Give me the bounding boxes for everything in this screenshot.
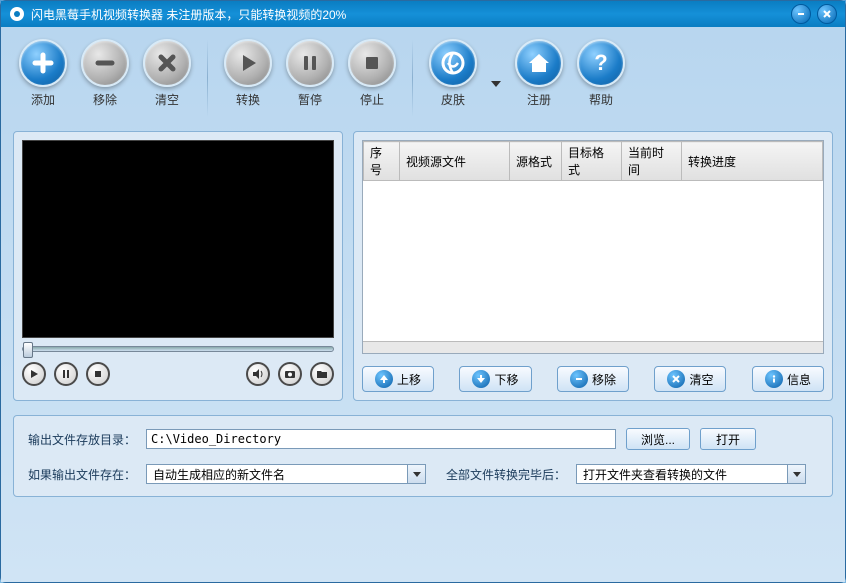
video-preview — [22, 140, 334, 338]
minimize-button[interactable] — [791, 4, 811, 24]
folder-button[interactable] — [310, 362, 334, 386]
open-button[interactable]: 打开 — [700, 428, 756, 450]
arrow-up-icon — [375, 370, 393, 388]
output-dir-label: 输出文件存放目录： — [28, 431, 136, 448]
snapshot-button[interactable] — [278, 362, 302, 386]
speaker-icon — [252, 368, 264, 380]
folder-icon — [316, 369, 328, 379]
remove-button[interactable]: 移除 — [81, 39, 129, 108]
play-icon — [29, 369, 39, 379]
pause-mini-button[interactable] — [54, 362, 78, 386]
table-body — [363, 181, 823, 341]
x-icon — [667, 370, 685, 388]
col-index[interactable]: 序号 — [364, 142, 400, 181]
browse-button[interactable]: 浏览... — [626, 428, 690, 450]
help-button[interactable]: ? 帮助 — [577, 39, 625, 108]
x-icon — [155, 51, 179, 75]
info-icon — [765, 370, 783, 388]
play-mini-button[interactable] — [22, 362, 46, 386]
pause-button[interactable]: 暂停 — [286, 39, 334, 108]
list-remove-button[interactable]: 移除 — [557, 366, 629, 392]
clear-button[interactable]: 清空 — [143, 39, 191, 108]
add-button[interactable]: 添加 — [19, 39, 67, 108]
stop-button[interactable]: 停止 — [348, 39, 396, 108]
app-icon — [9, 6, 25, 22]
info-button[interactable]: 信息 — [752, 366, 824, 392]
question-icon: ? — [588, 50, 614, 76]
svg-text:?: ? — [594, 50, 607, 75]
convert-button[interactable]: 转换 — [224, 39, 272, 108]
col-progress[interactable]: 转换进度 — [682, 142, 823, 181]
minus-icon — [93, 51, 117, 75]
main-toolbar: 添加 移除 清空 转换 暂停 停止 — [13, 35, 833, 127]
content-area: 添加 移除 清空 转换 暂停 停止 — [1, 27, 845, 582]
stop-icon — [360, 51, 384, 75]
output-dir-input[interactable] — [146, 429, 616, 449]
if-exists-label: 如果输出文件存在： — [28, 466, 136, 483]
col-dstformat[interactable]: 目标格式 — [562, 142, 622, 181]
list-clear-button[interactable]: 清空 — [654, 366, 726, 392]
preview-panel — [13, 131, 343, 401]
file-table[interactable]: 序号 视频源文件 源格式 目标格式 当前时间 转换进度 — [362, 140, 824, 354]
after-all-label: 全部文件转换完毕后： — [446, 466, 566, 483]
chevron-down-icon — [407, 465, 425, 483]
if-exists-combo[interactable]: 自动生成相应的新文件名 — [146, 464, 426, 484]
register-button[interactable]: 注册 — [515, 39, 563, 108]
stop-icon — [93, 369, 103, 379]
after-all-combo[interactable]: 打开文件夹查看转换的文件 — [576, 464, 806, 484]
arrow-down-icon — [472, 370, 490, 388]
play-icon — [236, 51, 260, 75]
horizontal-scrollbar[interactable] — [363, 341, 823, 354]
move-down-button[interactable]: 下移 — [459, 366, 531, 392]
stop-mini-button[interactable] — [86, 362, 110, 386]
close-button[interactable] — [817, 4, 837, 24]
progress-slider[interactable] — [22, 346, 334, 352]
minus-icon — [570, 370, 588, 388]
volume-button[interactable] — [246, 362, 270, 386]
app-title: 闪电黑莓手机视频转换器 未注册版本，只能转换视频的20% — [31, 6, 785, 23]
skin-button[interactable]: 皮肤 — [429, 39, 477, 108]
chevron-down-icon — [787, 465, 805, 483]
titlebar: 闪电黑莓手机视频转换器 未注册版本，只能转换视频的20% — [1, 1, 845, 27]
skin-icon — [440, 50, 466, 76]
col-time[interactable]: 当前时间 — [622, 142, 682, 181]
skin-dropdown-arrow[interactable] — [491, 76, 501, 90]
slider-thumb[interactable] — [23, 342, 33, 358]
plus-icon — [31, 51, 55, 75]
output-settings-panel: 输出文件存放目录： 浏览... 打开 如果输出文件存在： 自动生成相应的新文件名… — [13, 415, 833, 497]
pause-icon — [298, 51, 322, 75]
move-up-button[interactable]: 上移 — [362, 366, 434, 392]
camera-icon — [284, 369, 296, 379]
home-icon — [526, 50, 552, 76]
file-list-panel: 序号 视频源文件 源格式 目标格式 当前时间 转换进度 上移 下移 移除 — [353, 131, 833, 401]
col-source[interactable]: 视频源文件 — [400, 142, 510, 181]
pause-icon — [61, 369, 71, 379]
col-srcformat[interactable]: 源格式 — [510, 142, 562, 181]
